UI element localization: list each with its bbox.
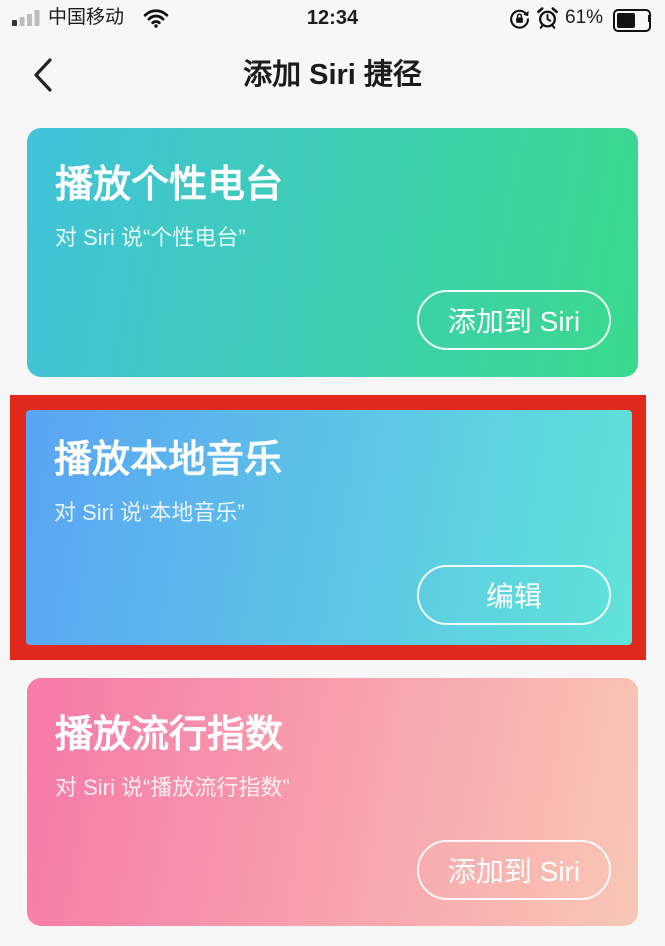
battery-level-fill (617, 13, 636, 28)
orientation-lock-icon (510, 9, 529, 29)
card-subtitle: 对 Siri 说“播放流行指数” (55, 775, 290, 800)
card-title: 播放本地音乐 (54, 439, 283, 481)
edit-button[interactable]: 编辑 (417, 565, 611, 625)
battery-cap (648, 15, 651, 22)
add-to-siri-button[interactable]: 添加到 Siri (417, 290, 611, 350)
battery-percentage: 61% (565, 7, 604, 28)
status-bar: 中国移动 12:34 61% (0, 0, 665, 38)
shortcut-card-popular-index: 播放流行指数 对 Siri 说“播放流行指数” 添加到 Siri (27, 678, 638, 926)
card-title: 播放流行指数 (55, 714, 284, 756)
battery-icon (613, 9, 651, 32)
card-subtitle: 对 Siri 说“本地音乐” (54, 500, 245, 525)
shortcut-card-personal-radio: 播放个性电台 对 Siri 说“个性电台” 添加到 Siri (27, 128, 638, 377)
card-title: 播放个性电台 (55, 164, 284, 206)
alarm-icon (537, 7, 558, 29)
add-to-siri-button[interactable]: 添加到 Siri (417, 840, 611, 900)
shortcut-card-local-music: 播放本地音乐 对 Siri 说“本地音乐” 编辑 (26, 410, 632, 645)
page-title: 添加 Siri 捷径 (243, 59, 422, 91)
card-subtitle: 对 Siri 说“个性电台” (55, 225, 246, 250)
